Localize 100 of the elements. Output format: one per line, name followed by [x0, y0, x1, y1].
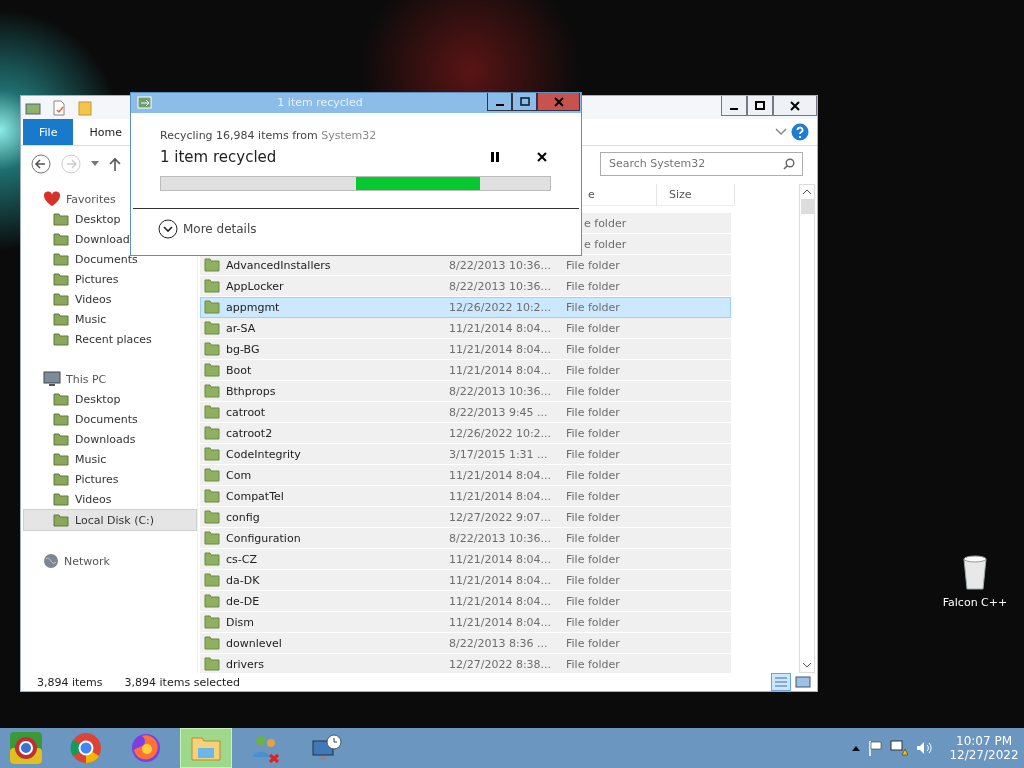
modified-date: 11/21/2014 8:04... — [449, 552, 552, 566]
folder-icon — [53, 332, 69, 346]
file-row[interactable]: CompatTel 11/21/2014 8:04... File folder — [200, 486, 731, 507]
modified-date: 11/21/2014 8:04... — [449, 363, 552, 377]
file-row[interactable]: AdvancedInstallers 8/22/2013 10:36... File folder — [200, 255, 731, 276]
file-row[interactable]: cs-CZ 11/21/2014 8:04... File folder — [200, 549, 731, 570]
minimize-button[interactable] — [721, 96, 747, 116]
sidebar-item[interactable]: Recent places — [21, 329, 197, 349]
computer-icon — [310, 733, 342, 763]
pause-icon[interactable] — [491, 152, 499, 162]
sidebar-item[interactable]: Local Disk (C:) — [23, 509, 197, 531]
file-row[interactable]: catroot 8/22/2013 9:45 ... File folder — [200, 402, 731, 423]
dialog-title: 1 item recycled — [276, 95, 364, 109]
flag-icon[interactable] — [868, 740, 882, 756]
sidebar-item[interactable]: Music — [21, 309, 197, 329]
drive-icon[interactable] — [25, 100, 41, 115]
up-arrow-icon[interactable] — [109, 156, 121, 171]
sidebar-heading[interactable]: Favorites — [66, 192, 116, 206]
file-row[interactable]: de-DE 11/21/2014 8:04... File folder — [200, 591, 731, 612]
folder-icon — [53, 232, 69, 246]
sidebar-item[interactable]: Videos — [21, 489, 197, 509]
ribbon-tab[interactable]: Home — [77, 119, 134, 145]
modified-date: 12/27/2022 8:38... — [449, 657, 552, 671]
file-name: CompatTel — [226, 489, 284, 503]
file-row[interactable]: ar-SA 11/21/2014 8:04... File folder — [200, 318, 731, 339]
close-button[interactable] — [773, 96, 817, 116]
sidebar-heading[interactable]: This PC — [66, 372, 107, 386]
modified-date: 8/22/2013 10:36... — [449, 258, 552, 272]
sidebar-item[interactable]: Pictures — [21, 469, 197, 489]
minimize-button[interactable] — [487, 93, 512, 111]
file-name: drivers — [226, 657, 265, 671]
thumbnails-view-icon[interactable] — [795, 675, 811, 689]
desktop-icon-label[interactable]: Falcon C++ — [942, 596, 1008, 609]
help-icon[interactable] — [791, 123, 809, 141]
folder-icon — [53, 252, 69, 266]
folder-icon — [190, 734, 222, 762]
sidebar-item[interactable]: Documents — [21, 409, 197, 429]
sidebar-item[interactable]: Documents — [21, 249, 197, 269]
scroll-thumb[interactable] — [800, 199, 814, 214]
close-icon — [553, 96, 564, 107]
folder-icon — [204, 468, 220, 482]
cancel-icon[interactable] — [537, 152, 547, 162]
file-row[interactable]: Com 11/21/2014 8:04... File folder — [200, 465, 731, 486]
sidebar-heading[interactable]: Network — [64, 554, 110, 568]
file-row[interactable]: Configuration 8/22/2013 10:36... File folder — [200, 528, 731, 549]
file-row[interactable]: drivers 12/27/2022 8:38... File folder — [200, 654, 731, 673]
maximize-button[interactable] — [747, 96, 773, 116]
file-row[interactable]: da-DK 11/21/2014 8:04... File folder — [200, 570, 731, 591]
folder-icon — [53, 312, 69, 326]
file-row[interactable]: downlevel 8/22/2013 8:36 ... File folder — [200, 633, 731, 654]
modified-date: 11/21/2014 8:04... — [449, 615, 552, 629]
file-name: ar-SA — [226, 321, 256, 335]
scroll-down-icon[interactable] — [802, 662, 812, 668]
file-row[interactable]: Dism 11/21/2014 8:04... File folder — [200, 612, 731, 633]
sidebar-item[interactable]: Music — [21, 449, 197, 469]
show-hidden-icons-icon[interactable] — [852, 745, 860, 751]
browser-icon — [70, 732, 102, 764]
sidebar-item[interactable]: Downloads — [21, 429, 197, 449]
caret-icon[interactable] — [91, 161, 99, 166]
file-type: File folder — [566, 258, 620, 272]
folder-icon — [53, 212, 69, 226]
file-row[interactable]: appmgmt 12/26/2022 10:2... File folder — [200, 297, 731, 318]
document-icon[interactable] — [51, 99, 67, 116]
file-row[interactable]: Bthprops 8/22/2013 10:36... File folder — [200, 381, 731, 402]
folder-icon — [53, 412, 69, 426]
file-row[interactable]: Boot 11/21/2014 8:04... File folder — [200, 360, 731, 381]
file-row[interactable]: catroot2 12/26/2022 10:2... File folder — [200, 423, 731, 444]
search-field[interactable]: Search System32 — [600, 151, 803, 176]
file-type: File folder — [566, 405, 620, 419]
network-warning-icon[interactable] — [890, 740, 908, 756]
folder-icon — [204, 321, 220, 335]
file-row[interactable]: config 12/27/2022 9:07... File folder — [200, 507, 731, 528]
maximize-icon — [755, 100, 765, 111]
file-type: File folder — [566, 279, 620, 293]
folder-icon — [204, 552, 220, 566]
column-header[interactable]: Size — [657, 184, 735, 206]
file-row[interactable]: AppLocker 8/22/2013 10:36... File folder — [200, 276, 731, 297]
volume-icon[interactable] — [916, 740, 932, 756]
file-type: File folder — [566, 468, 620, 482]
scrollbar[interactable] — [799, 184, 815, 673]
expand-icon[interactable] — [158, 219, 178, 239]
close-icon — [790, 100, 800, 111]
sidebar-item[interactable]: Pictures — [21, 269, 197, 289]
clock-time: 10:07 PM — [956, 734, 1012, 748]
file-row[interactable]: bg-BG 11/21/2014 8:04... File folder — [200, 339, 731, 360]
back-icon[interactable] — [31, 153, 51, 174]
sidebar-item[interactable]: Videos — [21, 289, 197, 309]
file-row[interactable]: CodeIntegrity 3/17/2015 1:31 ... File folder — [200, 444, 731, 465]
maximize-icon — [519, 96, 530, 107]
ribbon-tab[interactable]: File — [23, 119, 74, 145]
more-details-link[interactable]: More details — [183, 222, 257, 236]
chevron-icon[interactable] — [775, 128, 787, 136]
folder-icon — [204, 426, 220, 440]
trash-bin-icon[interactable] — [960, 553, 990, 591]
file-name: Configuration — [226, 531, 301, 545]
file-name: Dism — [226, 615, 254, 629]
scroll-up-icon[interactable] — [802, 189, 812, 195]
source-link[interactable]: System32 — [321, 129, 377, 142]
file-type: File folder — [566, 300, 620, 314]
sidebar-item[interactable]: Desktop — [21, 389, 197, 409]
